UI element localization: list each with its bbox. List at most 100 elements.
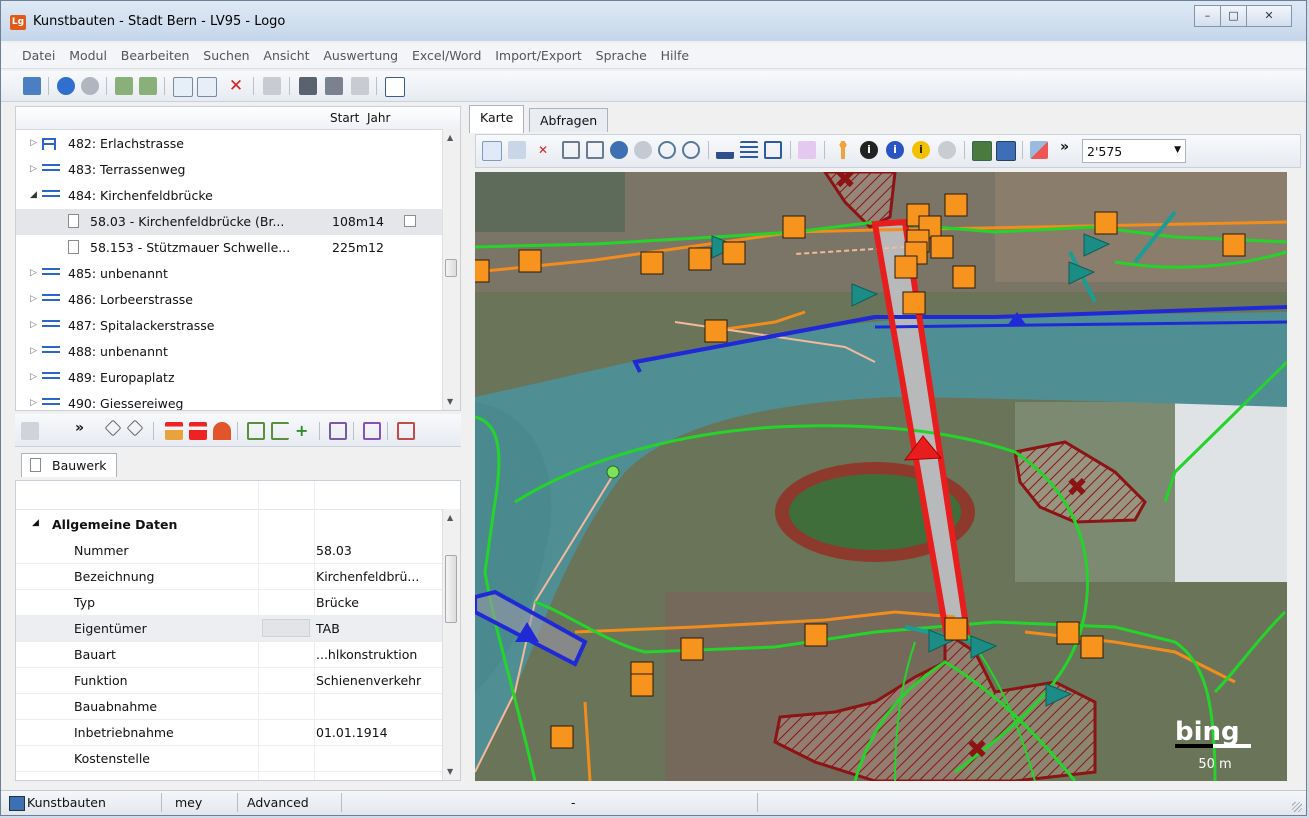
node-edit-icon[interactable] — [104, 419, 122, 437]
structure-marker[interactable] — [902, 291, 926, 315]
polygon-edit-icon[interactable] — [247, 422, 265, 440]
overflow-chevron-icon[interactable]: » — [75, 420, 84, 436]
column-start[interactable]: Start — [330, 111, 359, 125]
structure-marker[interactable] — [1056, 621, 1080, 645]
move-up-icon[interactable] — [189, 422, 207, 440]
pan-disabled-icon[interactable] — [634, 141, 652, 159]
tree-row[interactable]: ◢ 484: Kirchenfeldbrücke — [16, 183, 442, 209]
expand-arrow-icon[interactable]: ▷ — [30, 268, 37, 278]
menu-bearbeiten[interactable]: Bearbeiten — [116, 43, 195, 69]
tree-row[interactable]: ▷ 483: Terrassenweg — [16, 157, 442, 183]
add-point-icon[interactable]: + — [295, 422, 313, 440]
map-svg[interactable]: ✖ ✖ ✖ 50 m bing — [475, 172, 1287, 781]
split-icon[interactable] — [21, 422, 39, 440]
new-object-dropdown-icon[interactable] — [197, 77, 217, 97]
info-blue-icon[interactable]: i — [886, 141, 904, 159]
property-row[interactable]: Funktion Schienenverkehr — [16, 667, 442, 694]
tab-abfragen[interactable]: Abfragen — [529, 108, 609, 132]
info-yellow-icon[interactable]: i — [912, 141, 930, 159]
tree-row[interactable]: ▷ 486: Lorbeerstrasse — [16, 287, 442, 313]
column-jahr[interactable]: Jahr — [367, 111, 390, 125]
tab-bauwerk[interactable]: Bauwerk — [21, 453, 118, 477]
structure-marker[interactable] — [688, 247, 712, 271]
expand-arrow-icon[interactable]: ▷ — [30, 398, 37, 408]
zoom-in-icon[interactable] — [658, 141, 676, 159]
resize-grip-icon[interactable] — [1292, 802, 1302, 812]
expand-arrow-icon[interactable]: ▷ — [30, 164, 37, 174]
maximize-button[interactable]: □ — [1220, 5, 1247, 27]
zoom-extent-icon[interactable] — [562, 141, 580, 159]
structure-marker[interactable] — [704, 319, 728, 343]
expand-tree-icon[interactable] — [115, 77, 133, 95]
structure-marker[interactable] — [804, 623, 828, 647]
shape-delete-icon[interactable] — [397, 422, 415, 440]
save-map-icon[interactable] — [996, 141, 1016, 161]
shape-edit-icon[interactable] — [363, 422, 381, 440]
select-pointer-icon[interactable] — [482, 141, 502, 161]
label-icon[interactable] — [798, 141, 816, 159]
property-row[interactable]: Typ Brücke — [16, 589, 442, 616]
property-row[interactable]: Kostenstelle — [16, 745, 442, 772]
polyline-edit-icon[interactable] — [271, 422, 289, 440]
menu-modul[interactable]: Modul — [64, 43, 112, 69]
style-icon[interactable] — [1030, 141, 1048, 159]
collapse-arrow-icon[interactable]: ◢ — [32, 518, 39, 528]
section-header[interactable]: ◢ Allgemeine Daten — [16, 513, 442, 537]
property-scrollbar[interactable]: ▲ ▼ — [442, 509, 460, 780]
expand-arrow-icon[interactable]: ▷ — [30, 294, 37, 304]
structure-marker[interactable] — [722, 241, 746, 265]
property-row[interactable]: Bauabnahme — [16, 693, 442, 720]
move-down-icon[interactable] — [165, 422, 183, 440]
structure-marker[interactable] — [1080, 635, 1104, 659]
expand-arrow-icon[interactable]: ▷ — [30, 372, 37, 382]
collapse-tree-icon[interactable] — [139, 77, 157, 95]
scroll-up-icon[interactable]: ▲ — [447, 133, 453, 142]
filter-icon[interactable] — [263, 77, 281, 95]
zoom-out-icon[interactable] — [682, 141, 700, 159]
forward-icon[interactable] — [81, 77, 99, 95]
scroll-down-icon[interactable]: ▼ — [447, 767, 453, 776]
person-icon[interactable] — [834, 141, 852, 159]
back-icon[interactable] — [57, 77, 75, 95]
measure-icon[interactable] — [716, 141, 734, 159]
tree-row[interactable]: ▷ 487: Spitalackerstrasse — [16, 313, 442, 339]
expand-arrow-icon[interactable]: ▷ — [30, 138, 37, 148]
expand-arrow-icon[interactable]: ▷ — [30, 320, 37, 330]
home-icon[interactable] — [23, 77, 41, 95]
scroll-thumb[interactable] — [445, 259, 457, 277]
expand-arrow-icon[interactable]: ▷ — [30, 346, 37, 356]
chevron-down-icon[interactable]: ▼ — [1174, 145, 1181, 155]
tree-row[interactable]: ▷ 485: unbenannt — [16, 261, 442, 287]
overflow-chevron-icon[interactable]: » — [1060, 139, 1069, 155]
new-object-icon[interactable] — [173, 77, 193, 97]
menu-excel-word[interactable]: Excel/Word — [407, 43, 486, 69]
menu-sprache[interactable]: Sprache — [591, 43, 652, 69]
menu-suchen[interactable]: Suchen — [198, 43, 254, 69]
delete-marker-icon[interactable]: ✖ — [966, 735, 988, 765]
lookup-button[interactable] — [262, 619, 310, 637]
tree-row[interactable]: 58.153 - Stützmauer Schwelle... 225m 12 — [16, 235, 442, 261]
zoom-page-icon[interactable] — [586, 141, 604, 159]
structure-marker[interactable] — [680, 637, 704, 661]
structure-marker[interactable] — [1094, 211, 1118, 235]
print-area-icon[interactable] — [764, 141, 782, 159]
structure-marker[interactable] — [640, 251, 664, 275]
layers-icon[interactable] — [740, 141, 758, 159]
menu-import-export[interactable]: Import/Export — [490, 43, 587, 69]
clear-search-icon[interactable] — [351, 77, 369, 95]
delete-marker-icon[interactable]: ✖ — [1066, 473, 1088, 503]
structure-marker[interactable] — [630, 673, 654, 697]
vertex-point[interactable] — [606, 465, 620, 479]
structure-marker[interactable] — [1222, 233, 1246, 257]
row-checkbox[interactable] — [404, 215, 416, 227]
property-row[interactable]: Nummer 58.03 — [16, 537, 442, 564]
structure-marker[interactable] — [782, 215, 806, 239]
close-button[interactable]: ✕ — [1246, 5, 1292, 27]
structure-marker[interactable] — [550, 725, 574, 749]
search-binoculars-icon[interactable] — [299, 77, 317, 95]
minimize-button[interactable]: – — [1194, 5, 1221, 27]
clear-selection-icon[interactable]: ✕ — [534, 141, 552, 159]
tree-row[interactable]: ▷ 488: unbenannt — [16, 339, 442, 365]
property-row[interactable]: Inbetriebnahme 01.01.1914 — [16, 719, 442, 746]
pan-icon[interactable] — [610, 141, 628, 159]
